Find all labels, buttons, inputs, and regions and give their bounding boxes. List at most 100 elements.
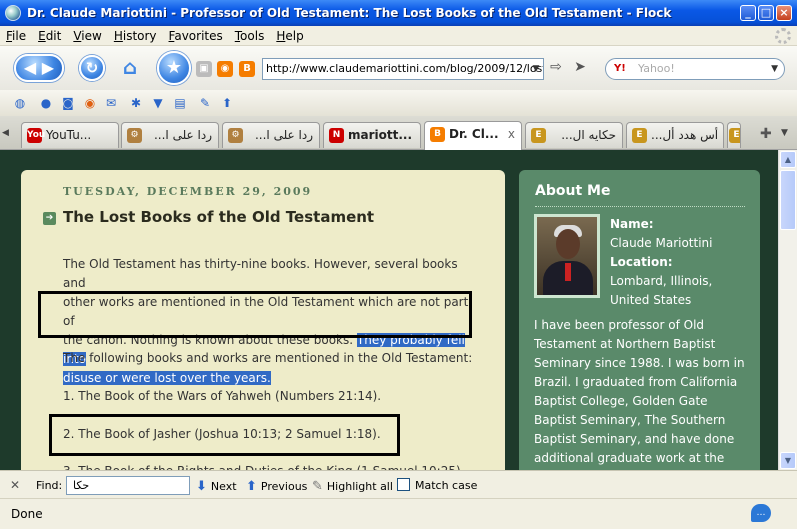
maximize-button[interactable]: □ bbox=[758, 5, 774, 21]
e-icon: E bbox=[729, 128, 740, 143]
go-icon[interactable]: ⇨ bbox=[546, 59, 566, 79]
button-label: Previous bbox=[260, 480, 308, 493]
reload-button[interactable]: ↻ bbox=[79, 55, 105, 81]
menu-tools[interactable]: Tools bbox=[229, 29, 271, 43]
tab-arabic-1[interactable]: ⚙ ...ردا على ا bbox=[121, 122, 219, 148]
annotation-box bbox=[38, 291, 472, 338]
upload-arrow-icon[interactable]: ⬆ bbox=[219, 95, 235, 111]
button-label: Next bbox=[210, 480, 237, 493]
tab-youtube[interactable]: You YouTu... bbox=[21, 122, 119, 148]
rss-icon[interactable]: ◉ bbox=[217, 61, 233, 77]
text-line: The Old Testament has thirty-nine books.… bbox=[63, 257, 458, 290]
photo-icon[interactable]: ▣ bbox=[196, 61, 212, 77]
tab-list-dropdown-icon[interactable]: ▼ bbox=[781, 128, 788, 138]
menu-help[interactable]: Help bbox=[270, 29, 309, 43]
forward-arrow-icon[interactable]: ➤ bbox=[570, 59, 590, 79]
close-find-icon[interactable]: ✕ bbox=[10, 478, 20, 492]
profile-name-label: Name: bbox=[610, 215, 654, 234]
youtube-icon: You bbox=[27, 128, 45, 143]
photo-upload-icon[interactable]: ◙ bbox=[60, 95, 76, 111]
loading-throbber-icon bbox=[775, 27, 791, 44]
annotation-box bbox=[49, 414, 400, 456]
scroll-up-icon[interactable]: ▲ bbox=[780, 151, 796, 168]
new-tab-plus-icon[interactable]: ✚ bbox=[760, 126, 772, 142]
tab-label: mariott... bbox=[348, 128, 413, 142]
profile-location-line: United States bbox=[610, 293, 692, 307]
tab-arabic-3[interactable]: E ...حكايه ال bbox=[525, 122, 623, 148]
tab-bar: ◀ You YouTu... ⚙ ...ردا على ا ⚙ ...ردا ع… bbox=[0, 116, 797, 150]
menu-history[interactable]: History bbox=[108, 29, 163, 43]
text-line: disuse or were lost over the years. bbox=[63, 369, 483, 388]
tab-label: ...حكايه ال bbox=[561, 128, 616, 142]
minimize-button[interactable]: _ bbox=[740, 5, 756, 21]
profile-bio: I have been professor of Old Testament a… bbox=[534, 318, 745, 465]
menu-favorites[interactable]: Favorites bbox=[163, 29, 229, 43]
navigation-toolbar: ◀ ▶ ↻ ⌂ ★ ▣ ◉ B http://www.claudemariott… bbox=[0, 46, 797, 90]
button-label: Highlight all bbox=[326, 480, 393, 493]
status-text: Done bbox=[11, 507, 43, 521]
highlight-all-button[interactable]: ✎ Highlight all bbox=[312, 479, 393, 494]
tab-label: YouTu... bbox=[46, 128, 92, 142]
crossed-n-icon: N bbox=[329, 128, 344, 143]
back-forward-button[interactable]: ◀ ▶ bbox=[14, 54, 64, 82]
menu-file[interactable]: File bbox=[0, 29, 32, 43]
tab-mariottini[interactable]: N mariott... bbox=[323, 122, 421, 148]
about-me-panel: About Me Name: Claude Mariottini Locatio… bbox=[519, 170, 760, 470]
about-me-title: About Me bbox=[535, 183, 611, 199]
gear-icon: ⚙ bbox=[127, 128, 142, 143]
search-dropdown-icon[interactable]: ▼ bbox=[771, 59, 778, 79]
down-arrow-icon: ⬇ bbox=[196, 479, 207, 494]
status-bar: Done … bbox=[0, 498, 797, 529]
favorite-star-button[interactable]: ★ bbox=[157, 51, 191, 85]
home-icon[interactable]: ⌂ bbox=[117, 55, 143, 81]
tab-overflow[interactable]: E bbox=[727, 122, 741, 148]
e-icon: E bbox=[531, 128, 546, 143]
address-dropdown-icon[interactable]: ▼ bbox=[529, 59, 543, 79]
find-bar: ✕ Find: حكا ⬇ Next ⬆ Previous ✎ Highlight a… bbox=[0, 470, 797, 498]
scroll-down-icon[interactable]: ▼ bbox=[780, 452, 796, 469]
find-next-button[interactable]: ⬇ Next bbox=[196, 479, 237, 494]
scroll-thumb[interactable] bbox=[780, 170, 796, 230]
address-bar[interactable]: http://www.claudemariottini.com/blog/200… bbox=[262, 58, 544, 80]
close-window-button[interactable]: × bbox=[776, 5, 792, 21]
highlighter-icon: ✎ bbox=[312, 479, 323, 494]
yahoo-icon: Y! bbox=[614, 63, 626, 74]
post-title[interactable]: The Lost Books of the Old Testament bbox=[63, 208, 374, 226]
mail-icon[interactable]: ✉ bbox=[103, 95, 119, 111]
star-tools-icon[interactable]: ✱ bbox=[128, 95, 144, 111]
search-placeholder: Yahoo! bbox=[638, 62, 675, 75]
post-arrow-icon: ➔ bbox=[43, 212, 56, 225]
find-input[interactable]: حكا bbox=[66, 476, 190, 495]
find-previous-button[interactable]: ⬆ Previous bbox=[246, 479, 307, 494]
profile-name[interactable]: Claude Mariottini bbox=[610, 234, 713, 253]
tab-dr-claude-active[interactable]: B Dr. Cl... x bbox=[424, 121, 522, 150]
e-icon: E bbox=[632, 128, 647, 143]
up-arrow-icon: ⬆ bbox=[246, 479, 257, 494]
chat-bubble-icon[interactable]: … bbox=[751, 504, 771, 522]
photo-face bbox=[556, 229, 580, 259]
post-date: TUESDAY, DECEMBER 29, 2009 bbox=[63, 185, 313, 198]
pin-icon[interactable]: ▼ bbox=[150, 95, 166, 111]
feeds-icon[interactable]: ◉ bbox=[82, 95, 98, 111]
globe-icon[interactable]: ◍ bbox=[12, 95, 28, 111]
menu-view[interactable]: View bbox=[67, 29, 107, 43]
menu-edit[interactable]: Edit bbox=[32, 29, 67, 43]
flock-app-icon bbox=[5, 5, 21, 21]
tab-scroll-left-icon[interactable]: ◀ bbox=[2, 128, 9, 138]
close-tab-icon[interactable]: x bbox=[508, 122, 515, 146]
tab-arabic-2[interactable]: ⚙ ...ردا على ا bbox=[222, 122, 320, 148]
search-input[interactable]: Y! Yahoo! ▼ bbox=[605, 58, 785, 80]
people-icon[interactable]: ● bbox=[38, 95, 54, 111]
blog-pen-icon[interactable]: ✎ bbox=[197, 95, 213, 111]
tab-arabic-4[interactable]: E ...أس هدد أل bbox=[626, 122, 724, 148]
match-case-label[interactable]: Match case bbox=[415, 479, 477, 492]
window-title: Dr. Claude Mariottini - Professor of Old… bbox=[27, 6, 672, 20]
match-case-checkbox[interactable] bbox=[397, 478, 410, 491]
vertical-scrollbar[interactable]: ▲ ▼ bbox=[778, 150, 797, 470]
menu-bar: File Edit View History Favorites Tools H… bbox=[0, 26, 797, 46]
profile-location-line: Lombard, Illinois, bbox=[610, 274, 713, 288]
clipboard-icon[interactable]: ▤ bbox=[172, 95, 188, 111]
tab-label: ...أس هدد أل bbox=[651, 128, 719, 142]
blogger-icon[interactable]: B bbox=[239, 61, 255, 77]
profile-photo[interactable] bbox=[534, 214, 600, 298]
